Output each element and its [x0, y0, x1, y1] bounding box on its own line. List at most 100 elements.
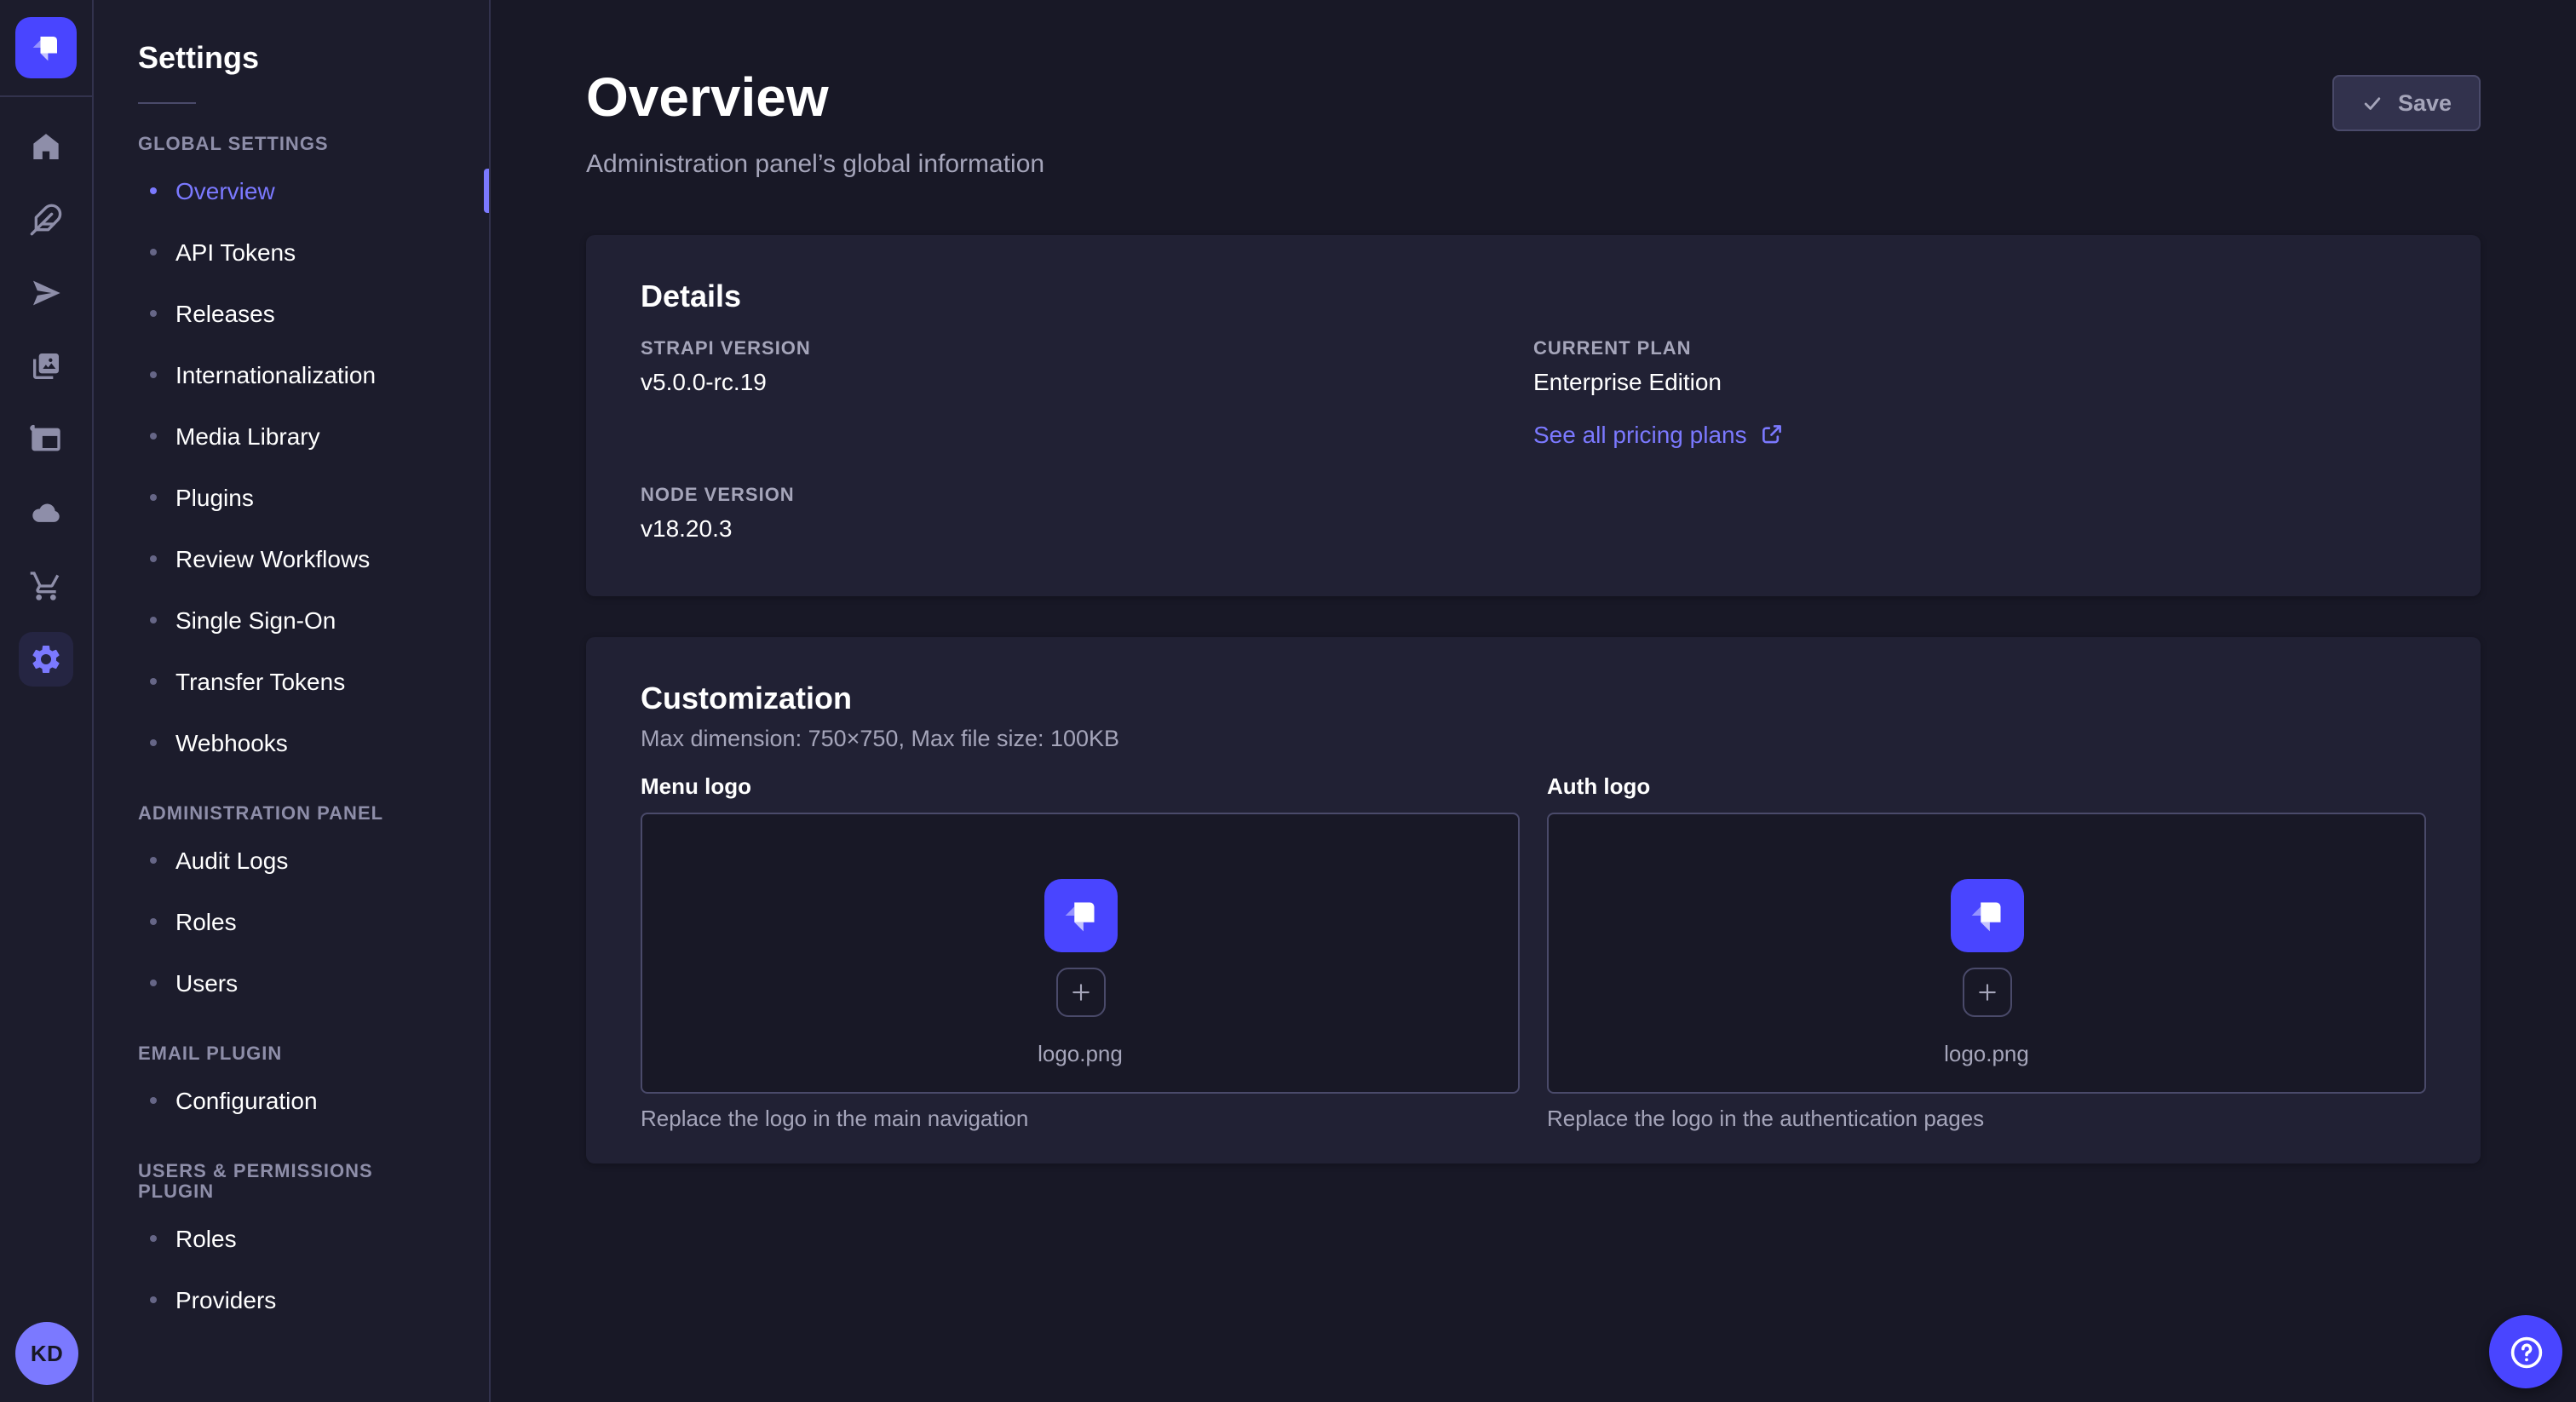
question-mark-icon	[2505, 1331, 2546, 1372]
auth-logo-upload-box[interactable]: logo.png	[1547, 813, 2426, 1094]
sidebar-item-webhooks[interactable]: Webhooks	[94, 712, 489, 773]
sidebar-item-audit-logs[interactable]: Audit Logs	[94, 830, 489, 891]
save-button[interactable]: Save	[2333, 75, 2481, 131]
bullet-icon	[150, 433, 157, 440]
menu-logo-filename: logo.png	[1038, 1040, 1123, 1066]
sidebar-item-single-sign-on[interactable]: Single Sign-On	[94, 589, 489, 651]
sidebar-item-internationalization[interactable]: Internationalization	[94, 344, 489, 405]
section-header-users-permissions-plugin: USERS & PERMISSIONS PLUGIN	[138, 1162, 445, 1203]
details-grid-spacer	[1533, 486, 2426, 542]
bullet-icon	[150, 1235, 157, 1242]
page-header-text: Overview Administration panel’s global i…	[586, 68, 1044, 179]
auth-logo-add-button[interactable]	[1962, 967, 2011, 1016]
bullet-icon	[150, 1097, 157, 1104]
menu-logo-add-button[interactable]	[1055, 967, 1105, 1016]
sidebar-item-label: Providers	[175, 1286, 276, 1313]
avatar[interactable]: KD	[15, 1322, 78, 1385]
bullet-icon	[150, 187, 157, 194]
current-plan-label: CURRENT PLAN	[1533, 339, 2426, 359]
strapi-version-value: v5.0.0-rc.19	[641, 368, 1533, 395]
customization-card-subtitle: Max dimension: 750×750, Max file size: 1…	[641, 726, 2426, 751]
sidebar-item-label: Media Library	[175, 422, 320, 450]
strapi-version-field: STRAPI VERSION v5.0.0-rc.19	[641, 339, 1533, 451]
logo-uploads-grid: Menu logo logo.png Replace the logo in t…	[641, 773, 2426, 1131]
plus-icon	[1974, 979, 1999, 1004]
sidebar-item-label: Plugins	[175, 484, 254, 511]
page-header: Overview Administration panel’s global i…	[586, 68, 2481, 179]
sidebar-item-providers[interactable]: Providers	[94, 1269, 489, 1330]
menu-logo-label: Menu logo	[641, 773, 1520, 799]
cart-icon[interactable]	[19, 559, 73, 613]
pricing-plans-link[interactable]: See all pricing plans	[1533, 421, 1785, 448]
external-link-icon	[1761, 422, 1785, 446]
save-button-label: Save	[2398, 90, 2452, 116]
menu-logo-upload-box[interactable]: logo.png	[641, 813, 1520, 1094]
bullet-icon	[150, 310, 157, 317]
sidebar-item-admin-roles[interactable]: Roles	[94, 891, 489, 952]
sidebar-item-releases[interactable]: Releases	[94, 283, 489, 344]
bullet-icon	[150, 617, 157, 623]
bullet-icon	[150, 678, 157, 685]
active-indicator	[484, 169, 489, 213]
auth-logo-field: Auth logo logo.png Replace the logo in t…	[1547, 773, 2426, 1131]
sidebar-item-transfer-tokens[interactable]: Transfer Tokens	[94, 651, 489, 712]
details-card: Details STRAPI VERSION v5.0.0-rc.19 CURR…	[586, 235, 2481, 596]
sidebar-title-divider	[138, 102, 196, 104]
nav-list-administration-panel: Audit Logs Roles Users	[94, 830, 489, 1014]
details-grid: STRAPI VERSION v5.0.0-rc.19 CURRENT PLAN…	[641, 339, 2426, 542]
images-icon[interactable]	[19, 339, 73, 394]
section-header-administration-panel: ADMINISTRATION PANEL	[138, 804, 445, 825]
sidebar-item-media-library[interactable]: Media Library	[94, 405, 489, 467]
sidebar-item-api-tokens[interactable]: API Tokens	[94, 221, 489, 283]
sidebar-item-users[interactable]: Users	[94, 952, 489, 1014]
menu-logo-preview	[1044, 878, 1117, 951]
home-icon[interactable]	[19, 119, 73, 174]
sidebar-item-review-workflows[interactable]: Review Workflows	[94, 528, 489, 589]
bullet-icon	[150, 249, 157, 256]
sidebar-item-plugins[interactable]: Plugins	[94, 467, 489, 528]
pricing-plans-link-label: See all pricing plans	[1533, 421, 1747, 448]
section-header-email-plugin: EMAIL PLUGIN	[138, 1044, 445, 1065]
strapi-admin-app: KD Settings GLOBAL SETTINGS Overview API…	[0, 0, 2576, 1402]
sidebar-item-label: Releases	[175, 300, 275, 327]
icon-rail: KD	[0, 0, 94, 1402]
current-plan-field: CURRENT PLAN Enterprise Edition See all …	[1533, 339, 2426, 451]
node-version-label: NODE VERSION	[641, 486, 1533, 506]
bullet-icon	[150, 739, 157, 746]
node-version-field: NODE VERSION v18.20.3	[641, 486, 1533, 542]
strapi-logo-icon	[24, 26, 68, 70]
auth-logo-filename: logo.png	[1944, 1040, 2029, 1066]
auth-logo-hint: Replace the logo in the authentication p…	[1547, 1106, 2426, 1131]
node-version-value: v18.20.3	[641, 514, 1533, 542]
bullet-icon	[150, 494, 157, 501]
feather-icon[interactable]	[19, 192, 73, 247]
menu-logo-hint: Replace the logo in the main navigation	[641, 1106, 1520, 1131]
sidebar-title: Settings	[138, 41, 489, 77]
sidebar-item-label: Transfer Tokens	[175, 668, 345, 695]
sidebar-item-overview[interactable]: Overview	[94, 160, 489, 221]
gear-icon[interactable]	[19, 632, 73, 687]
cloud-icon[interactable]	[19, 486, 73, 540]
sidebar-item-label: Review Workflows	[175, 545, 370, 572]
bullet-icon	[150, 555, 157, 562]
settings-sidebar: Settings GLOBAL SETTINGS Overview API To…	[94, 0, 491, 1402]
main-content: Overview Administration panel’s global i…	[492, 0, 2576, 1402]
paper-plane-icon[interactable]	[19, 266, 73, 320]
strapi-logo[interactable]	[15, 17, 77, 78]
nav-list-users-permissions-plugin: Roles Providers	[94, 1208, 489, 1330]
check-icon	[2362, 92, 2384, 114]
rail-nav	[19, 119, 73, 687]
nav-list-email-plugin: Configuration	[94, 1070, 489, 1131]
bullet-icon	[150, 980, 157, 986]
help-button[interactable]	[2489, 1315, 2562, 1388]
sidebar-item-label: Audit Logs	[175, 847, 288, 874]
sidebar-item-label: Users	[175, 969, 238, 997]
sidebar-item-configuration[interactable]: Configuration	[94, 1070, 489, 1131]
sidebar-item-up-roles[interactable]: Roles	[94, 1208, 489, 1269]
auth-logo-label: Auth logo	[1547, 773, 2426, 799]
strapi-version-label: STRAPI VERSION	[641, 339, 1533, 359]
customization-card-title: Customization	[641, 681, 2426, 717]
bullet-icon	[150, 371, 157, 378]
layout-icon[interactable]	[19, 412, 73, 467]
strapi-logo-icon	[1054, 888, 1107, 941]
